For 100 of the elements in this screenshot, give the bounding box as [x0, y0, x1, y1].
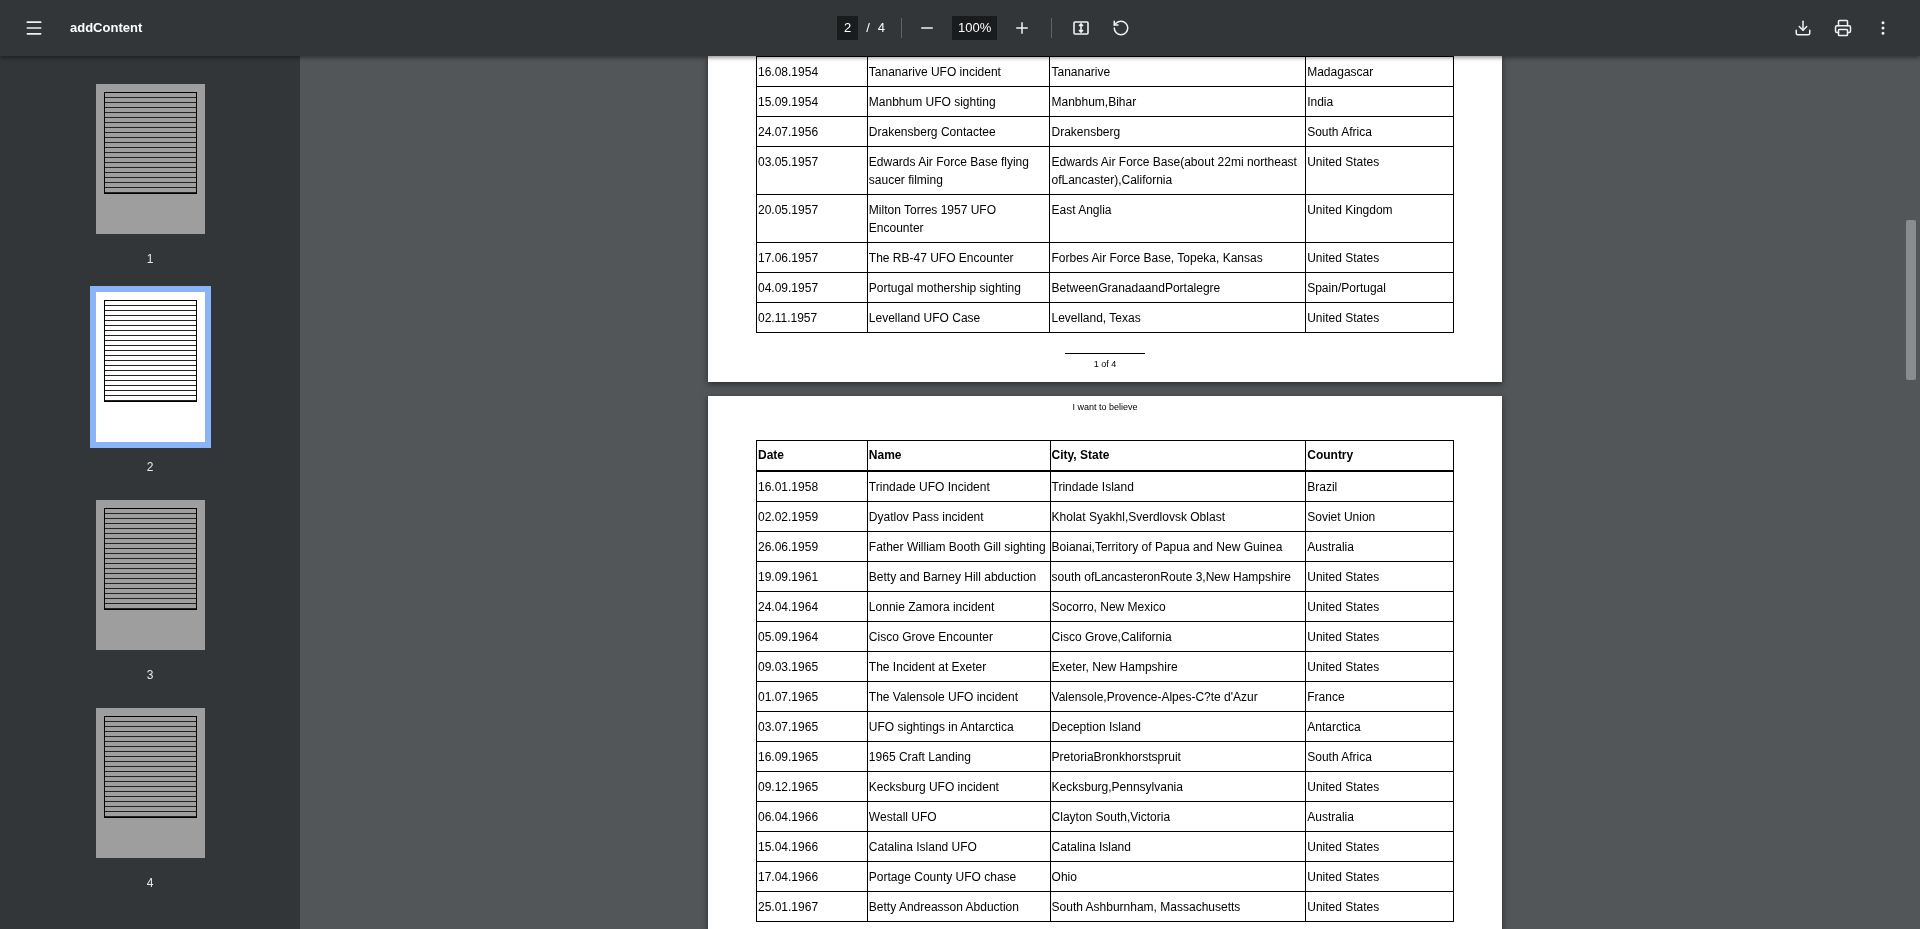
table-cell: 09.12.1965	[756, 771, 868, 802]
table-cell: Kecksburg,Pennsylvania	[1050, 771, 1306, 802]
table-cell: United States	[1305, 591, 1454, 622]
table-cell: 03.07.1965	[756, 711, 868, 742]
table-cell: Westall UFO	[867, 801, 1051, 832]
page-thumbnail[interactable]	[95, 500, 205, 650]
table-cell: Brazil	[1305, 471, 1454, 502]
menu-icon[interactable]	[24, 18, 44, 38]
table-cell: Lonnie Zamora incident	[867, 591, 1051, 622]
table-cell: Manbhum,Bihar	[1049, 86, 1306, 117]
zoom-input[interactable]: 100%	[952, 16, 998, 40]
table-cell: Spain/Portugal	[1305, 272, 1454, 303]
table-cell: Cisco Grove,California	[1050, 621, 1306, 652]
column-header: City, State	[1050, 440, 1306, 471]
page-thumbnail[interactable]	[95, 708, 205, 858]
table-cell: UFO sightings in Antarctica	[867, 711, 1051, 742]
table-cell: 16.09.1965	[756, 741, 868, 772]
page-separator: /	[866, 19, 870, 38]
table-cell: Clayton South,Victoria	[1050, 801, 1306, 832]
download-icon[interactable]	[1794, 19, 1812, 37]
table-cell: 03.05.1957	[756, 146, 868, 195]
table-cell: United States	[1305, 561, 1454, 592]
table-cell: PretoriaBronkhorstspruit	[1050, 741, 1306, 772]
table-cell: Socorro, New Mexico	[1050, 591, 1306, 622]
table-cell: 15.09.1954	[756, 86, 868, 117]
page-footer: 1 of 4	[1093, 358, 1117, 372]
table-cell: Forbes Air Force Base, Topeka, Kansas	[1049, 242, 1306, 273]
table-cell: Drakensberg Contactee	[867, 116, 1050, 147]
table-cell: Ohio	[1050, 861, 1306, 892]
table-cell: 26.06.1959	[756, 531, 868, 562]
table-cell: United States	[1305, 831, 1454, 862]
table-cell: Kholat Syakhl,Sverdlovsk Oblast	[1050, 501, 1306, 532]
table-cell: Edwards Air Force Base(about 22mi northeast ofLancaster),California	[1049, 146, 1306, 195]
page-thumbnail[interactable]	[89, 286, 211, 448]
table-cell: south ofLancasteronRoute 3,New Hampshire	[1050, 561, 1306, 592]
table-cell: Soviet Union	[1305, 501, 1454, 532]
table-cell: 06.04.1966	[756, 801, 868, 832]
table-cell: Deception Island	[1050, 711, 1306, 742]
table-cell: United States	[1305, 302, 1454, 333]
table-cell: 09.03.1965	[756, 651, 868, 682]
table-cell: 24.04.1964	[756, 591, 868, 622]
table-cell: The Incident at Exeter	[867, 651, 1051, 682]
table-cell: 02.02.1959	[756, 501, 868, 532]
page-number-input[interactable]: 2	[837, 16, 859, 40]
table-cell: United States	[1305, 242, 1454, 273]
table-cell: Australia	[1305, 801, 1454, 832]
rotate-icon[interactable]	[1112, 19, 1131, 37]
fit-page-icon[interactable]	[1072, 19, 1091, 37]
table-cell: United States	[1305, 146, 1454, 195]
document-title: addContent	[70, 19, 143, 38]
page-header: I want to believe	[1072, 400, 1138, 414]
table-cell: 25.01.1967	[756, 891, 868, 922]
table-cell: Tananarive	[1049, 56, 1306, 87]
table-cell: Madagascar	[1305, 56, 1454, 87]
table-cell: 02.11.1957	[756, 302, 868, 333]
table-cell: 17.06.1957	[756, 242, 868, 273]
table-cell: 01.07.1965	[756, 681, 868, 712]
table-cell: Drakensberg	[1049, 116, 1306, 147]
table-cell: South Africa	[1305, 116, 1454, 147]
page-number-label: 4	[146, 875, 154, 892]
table-cell: South Ashburnham, Massachusetts	[1050, 891, 1306, 922]
table-cell: United States	[1305, 891, 1454, 922]
table-cell: Trindade Island	[1050, 471, 1306, 502]
column-header: Name	[867, 440, 1051, 471]
table-cell: The RB-47 UFO Encounter	[867, 242, 1050, 273]
table-cell: Edwards Air Force Base flying saucer filming	[867, 146, 1050, 195]
table-cell: Dyatlov Pass incident	[867, 501, 1051, 532]
table-cell: Portage County UFO chase	[867, 861, 1051, 892]
table-cell: Manbhum UFO sighting	[867, 86, 1050, 117]
table-cell: Australia	[1305, 531, 1454, 562]
table-cell: Portugal mothership sighting	[867, 272, 1050, 303]
table-cell: Betty Andreasson Abduction	[867, 891, 1051, 922]
table-cell: Boianai,Territory of Papua and New Guinea	[1050, 531, 1306, 562]
table-cell: 1965 Craft Landing	[867, 741, 1051, 772]
table-cell: Valensole,Provence-Alpes-C?te d'Azur	[1050, 681, 1306, 712]
table-cell: 04.09.1957	[756, 272, 868, 303]
page-number-label: 2	[146, 459, 154, 476]
page-total: 4	[877, 19, 886, 38]
table-cell: 17.04.1966	[756, 861, 868, 892]
table-cell: The Valensole UFO incident	[867, 681, 1051, 712]
table-cell: Milton Torres 1957 UFO Encounter	[867, 194, 1050, 243]
table-cell: Exeter, New Hampshire	[1050, 651, 1306, 682]
table-cell: Antarctica	[1305, 711, 1454, 742]
table-cell: 15.04.1966	[756, 831, 868, 862]
page-number-label: 1	[146, 251, 154, 268]
table-cell: Father William Booth Gill sighting	[867, 531, 1051, 562]
table-cell: 24.07.1956	[756, 116, 868, 147]
table-cell: Kecksburg UFO incident	[867, 771, 1051, 802]
column-header: Country	[1305, 440, 1454, 471]
table-cell: United States	[1305, 621, 1454, 652]
table-cell: East Anglia	[1049, 194, 1306, 243]
table-cell: 19.09.1961	[756, 561, 868, 592]
scrollbar[interactable]	[1906, 220, 1916, 380]
page-number-label: 3	[146, 667, 154, 684]
table-cell: United States	[1305, 771, 1454, 802]
table-cell: South Africa	[1305, 741, 1454, 772]
table-cell: 20.05.1957	[756, 194, 868, 243]
page-thumbnail[interactable]	[95, 84, 205, 234]
table-cell: Betty and Barney Hill abduction	[867, 561, 1051, 592]
print-icon[interactable]	[1834, 19, 1852, 37]
